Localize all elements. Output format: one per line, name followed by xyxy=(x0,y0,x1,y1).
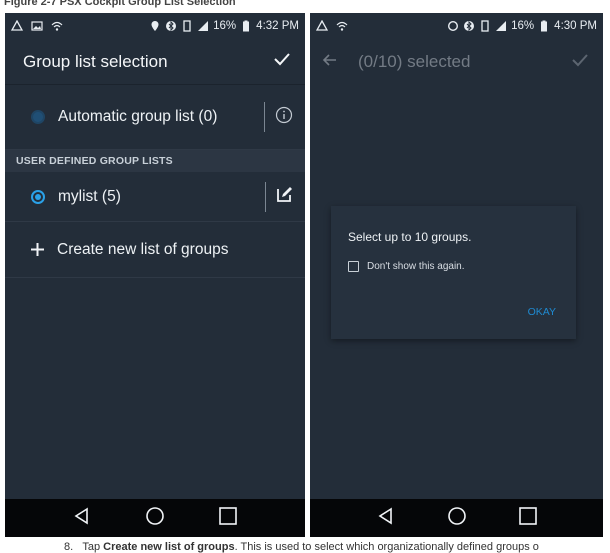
radio-mylist[interactable] xyxy=(31,189,45,204)
back-button[interactable] xyxy=(374,506,398,530)
signal-icon xyxy=(197,20,209,32)
dialog-message: Select up to 10 groups. xyxy=(348,230,472,244)
home-button[interactable] xyxy=(143,506,167,530)
location-icon xyxy=(149,20,161,32)
app-bar: (0/10) selected xyxy=(310,39,603,85)
battery-icon xyxy=(538,20,550,32)
recents-button[interactable] xyxy=(516,506,540,530)
plus-icon xyxy=(30,242,45,257)
vibrate-icon xyxy=(181,20,193,32)
limit-dialog: Select up to 10 groups. Don't show this … xyxy=(331,206,576,339)
phone-screenshot-right: 16% 4:30 PM (0/10) selected Select up to… xyxy=(310,13,603,537)
instruction-text: 8. Tap Create new list of groups. This i… xyxy=(64,541,539,553)
home-button[interactable] xyxy=(445,506,469,530)
phone-screenshot-left: 16% 4:32 PM Group list selection Automat… xyxy=(5,13,305,537)
battery-icon xyxy=(240,20,252,32)
back-triangle-icon xyxy=(376,506,396,531)
back-arrow-icon xyxy=(322,52,338,73)
wifi-icon xyxy=(336,20,348,32)
battery-percent: 16% xyxy=(511,20,535,32)
nav-bar xyxy=(5,499,305,537)
step-number: 8. xyxy=(64,541,74,553)
edit-button[interactable] xyxy=(265,181,293,212)
okay-button[interactable]: OKAY xyxy=(528,306,556,318)
sync-icon xyxy=(447,20,459,32)
check-icon xyxy=(273,50,291,73)
wifi-icon xyxy=(51,20,63,32)
dont-show-again-label: Don't show this again. xyxy=(367,261,465,272)
notification-icon xyxy=(316,20,328,32)
radio-automatic[interactable] xyxy=(31,110,45,124)
signal-icon xyxy=(495,20,507,32)
selection-count-title: (0/10) selected xyxy=(358,52,471,71)
automatic-group-list-row[interactable]: Automatic group list (0) xyxy=(5,85,305,150)
nav-bar xyxy=(310,499,603,537)
mylist-row[interactable]: mylist (5) xyxy=(5,172,305,222)
status-bar: 16% 4:30 PM xyxy=(310,13,603,39)
app-bar: Group list selection xyxy=(5,39,305,85)
status-time: 4:30 PM xyxy=(554,20,597,32)
status-time: 4:32 PM xyxy=(256,20,299,32)
recents-button[interactable] xyxy=(216,506,240,530)
dont-show-again-checkbox-row[interactable]: Don't show this again. xyxy=(348,261,465,272)
info-icon xyxy=(275,106,293,129)
confirm-button[interactable] xyxy=(569,51,591,73)
create-new-list-row[interactable]: Create new list of groups xyxy=(5,222,305,278)
battery-percent: 16% xyxy=(213,20,237,32)
notification-icon xyxy=(11,20,23,32)
bluetooth-icon xyxy=(463,20,475,32)
automatic-group-list-label: Automatic group list (0) xyxy=(58,108,218,125)
recents-square-icon xyxy=(518,506,538,531)
page-title: Group list selection xyxy=(23,51,168,71)
dont-show-again-checkbox[interactable] xyxy=(348,261,359,272)
instruction-prefix: Tap xyxy=(82,541,104,553)
edit-icon xyxy=(276,186,293,208)
check-icon xyxy=(571,51,589,74)
instruction-bold: Create new list of groups xyxy=(103,541,235,553)
home-circle-icon xyxy=(447,506,467,531)
status-bar: 16% 4:32 PM xyxy=(5,13,305,39)
bluetooth-icon xyxy=(165,20,177,32)
home-circle-icon xyxy=(145,506,165,531)
instruction-suffix: . This is used to select which organizat… xyxy=(234,541,539,553)
mylist-label: mylist (5) xyxy=(58,187,121,205)
section-header: USER DEFINED GROUP LISTS xyxy=(5,150,305,172)
confirm-button[interactable] xyxy=(271,51,293,73)
recents-square-icon xyxy=(218,506,238,531)
back-triangle-icon xyxy=(72,506,92,531)
back-button[interactable] xyxy=(70,506,94,530)
info-button[interactable] xyxy=(264,102,293,132)
figure-caption: Figure 2-7 PSX Cockpit Group List Select… xyxy=(4,0,236,8)
back-arrow-button[interactable] xyxy=(322,52,346,73)
create-new-list-label: Create new list of groups xyxy=(57,240,229,258)
vibrate-icon xyxy=(479,20,491,32)
image-icon xyxy=(31,20,43,32)
